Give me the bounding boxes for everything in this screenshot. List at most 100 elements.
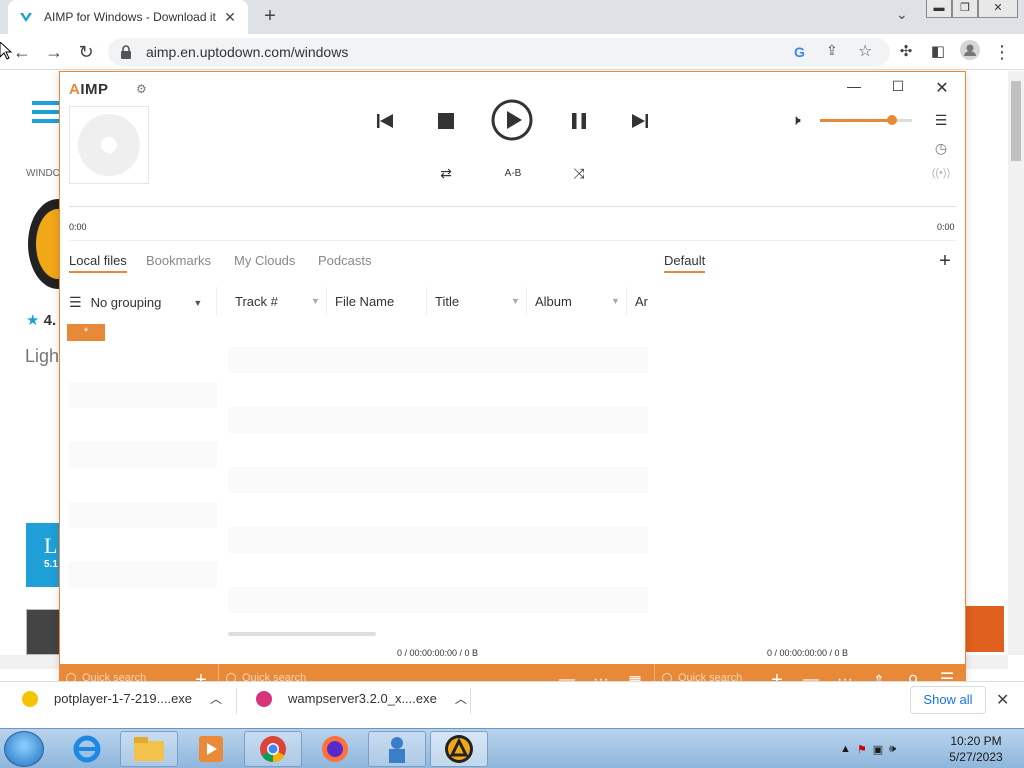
show-all-button[interactable]: Show all: [910, 686, 986, 714]
column-separator: [526, 287, 527, 315]
close-window-button[interactable]: ✕: [978, 0, 1018, 18]
chrome-icon[interactable]: [244, 731, 302, 767]
reload-icon[interactable]: ↻: [74, 40, 98, 64]
settings-gear-icon[interactable]: ⚙: [136, 82, 147, 96]
page-vertical-scrollbar[interactable]: [1008, 71, 1024, 655]
column-album[interactable]: Album: [535, 294, 572, 309]
time-elapsed: 0:00: [69, 222, 87, 232]
column-separator: [626, 287, 627, 315]
tab-title: AIMP for Windows - Download it: [44, 10, 216, 24]
minimize-window-button[interactable]: ▬: [926, 0, 952, 18]
seek-bar[interactable]: [69, 206, 956, 207]
aimp-close-button[interactable]: ✕: [928, 78, 956, 98]
download-item-wampserver[interactable]: wampserver3.2.0_x....exe ︿: [256, 690, 467, 707]
tab-bookmarks[interactable]: Bookmarks: [146, 253, 211, 268]
page-breadcrumb[interactable]: WINDO: [26, 168, 60, 179]
column-separator: [426, 287, 427, 315]
divider: [69, 240, 956, 241]
grouping-menu-icon: ☰: [69, 294, 82, 310]
system-tray: ▲ ⚑ ▣ 🕪: [840, 729, 896, 768]
close-downloads-icon[interactable]: ✕: [996, 690, 1009, 710]
title-filter-icon[interactable]: ▼: [511, 296, 520, 306]
bookmark-star-icon[interactable]: ☆: [858, 41, 872, 61]
taskbar-clock[interactable]: 10:20 PM 5/27/2023: [940, 733, 1012, 765]
potplayer-icon: [22, 690, 38, 707]
profile-avatar-icon[interactable]: [958, 40, 982, 64]
download-filename: potplayer-1-7-219....exe: [54, 691, 193, 706]
download-item-potplayer[interactable]: potplayer-1-7-219....exe ︿: [22, 690, 222, 707]
volume-tray-icon[interactable]: 🕪: [889, 743, 896, 756]
mouse-cursor-icon: [0, 41, 13, 63]
wampserver-icon: [256, 690, 272, 707]
forward-arrow-icon[interactable]: →: [42, 40, 66, 64]
list-horizontal-scrollbar[interactable]: [228, 632, 376, 636]
media-player-icon[interactable]: [182, 731, 240, 767]
start-button[interactable]: [4, 731, 44, 767]
download-filename: wampserver3.2.0_x....exe: [288, 691, 437, 706]
extensions-puzzle-icon[interactable]: ✣: [894, 40, 918, 64]
volume-slider[interactable]: [820, 115, 912, 125]
equalizer-icon[interactable]: ☰: [930, 110, 952, 130]
aimp-minimize-button[interactable]: —: [840, 78, 868, 98]
back-arrow-icon[interactable]: ←: [10, 40, 34, 64]
column-file-name[interactable]: File Name: [335, 294, 394, 309]
browser-tabstrip: AIMP for Windows - Download it ✕ + ⌄ ▬ ❐…: [0, 0, 1024, 34]
tab-podcasts[interactable]: Podcasts: [318, 253, 371, 268]
time-total: 0:00: [937, 222, 955, 232]
chevron-up-icon[interactable]: ︿: [455, 690, 467, 707]
column-artist[interactable]: Ar: [635, 294, 648, 309]
restore-window-button[interactable]: ❐: [952, 0, 978, 18]
explorer-icon[interactable]: [120, 731, 178, 767]
hamburger-menu-icon[interactable]: [32, 101, 60, 123]
next-track-icon[interactable]: [629, 110, 651, 132]
album-filter-icon[interactable]: ▼: [611, 296, 620, 306]
network-icon[interactable]: ▣: [873, 743, 883, 756]
new-tab-button[interactable]: +: [258, 4, 282, 28]
ab-repeat-button[interactable]: A-B: [498, 164, 528, 182]
windows-taskbar: ▲ ⚑ ▣ 🕪 10:20 PM 5/27/2023: [0, 728, 1024, 768]
scheduler-clock-icon[interactable]: ◷: [930, 138, 952, 158]
tab-search-chevron-icon[interactable]: ⌄: [896, 6, 908, 23]
clock-date: 5/27/2023: [949, 750, 1003, 764]
firefox-icon[interactable]: [306, 731, 364, 767]
column-title[interactable]: Title: [435, 294, 459, 309]
uptodown-favicon-icon: [18, 9, 34, 25]
volume-speaker-icon[interactable]: 🕨: [784, 110, 808, 130]
play-button[interactable]: [491, 99, 533, 141]
aimp-taskbar-icon[interactable]: [430, 731, 488, 767]
side-panel-icon[interactable]: ◧: [926, 40, 950, 64]
pause-icon[interactable]: [568, 110, 590, 132]
column-track-number[interactable]: Track #: [235, 294, 278, 309]
share-icon[interactable]: ⇪: [826, 42, 838, 59]
tab-local-files[interactable]: Local files: [69, 253, 127, 273]
browser-tab[interactable]: AIMP for Windows - Download it ✕: [8, 0, 248, 34]
radio-broadcast-icon[interactable]: ((•)): [930, 164, 952, 182]
track-filter-icon[interactable]: ▼: [311, 296, 320, 306]
aimp-maximize-button[interactable]: ☐: [884, 78, 912, 98]
previous-track-icon[interactable]: [374, 110, 396, 132]
tab-my-clouds[interactable]: My Clouds: [234, 253, 295, 268]
repeat-icon[interactable]: ⇄: [435, 164, 457, 182]
app-tagline: Ligh: [25, 346, 60, 366]
add-playlist-icon[interactable]: +: [934, 250, 956, 272]
action-center-flag-icon[interactable]: ⚑: [857, 743, 867, 756]
album-art: [69, 106, 149, 184]
tray-expand-icon[interactable]: ▲: [840, 743, 851, 755]
address-bar[interactable]: aimp.en.uptodown.com/windows: [108, 38, 890, 66]
clock-time: 10:20 PM: [950, 734, 1002, 748]
network-app-icon[interactable]: [368, 731, 426, 767]
tab-default-playlist[interactable]: Default: [664, 253, 706, 273]
chrome-menu-icon[interactable]: ⋮: [990, 40, 1014, 64]
google-lens-icon[interactable]: G: [794, 44, 805, 60]
tab-close-icon[interactable]: ✕: [222, 9, 238, 26]
stop-icon[interactable]: [435, 110, 457, 132]
grouping-selector[interactable]: ☰ No grouping ▼: [69, 294, 202, 311]
url-text: aimp.en.uptodown.com/windows: [146, 44, 349, 60]
chevron-up-icon[interactable]: ︿: [210, 690, 222, 707]
rating: ★ 4.: [26, 312, 57, 329]
shuffle-icon[interactable]: ⤨: [568, 164, 590, 182]
screenshot-thumbnail-right[interactable]: [960, 606, 1004, 652]
all-files-group-badge[interactable]: *: [67, 324, 105, 341]
ie-icon[interactable]: [58, 731, 116, 767]
aimp-window: AIMP ⚙ ⇄ A-B ⤨ — ☐ ✕ 🕨 ☰ ◷ ((•)) 0:00 0:…: [59, 71, 966, 698]
